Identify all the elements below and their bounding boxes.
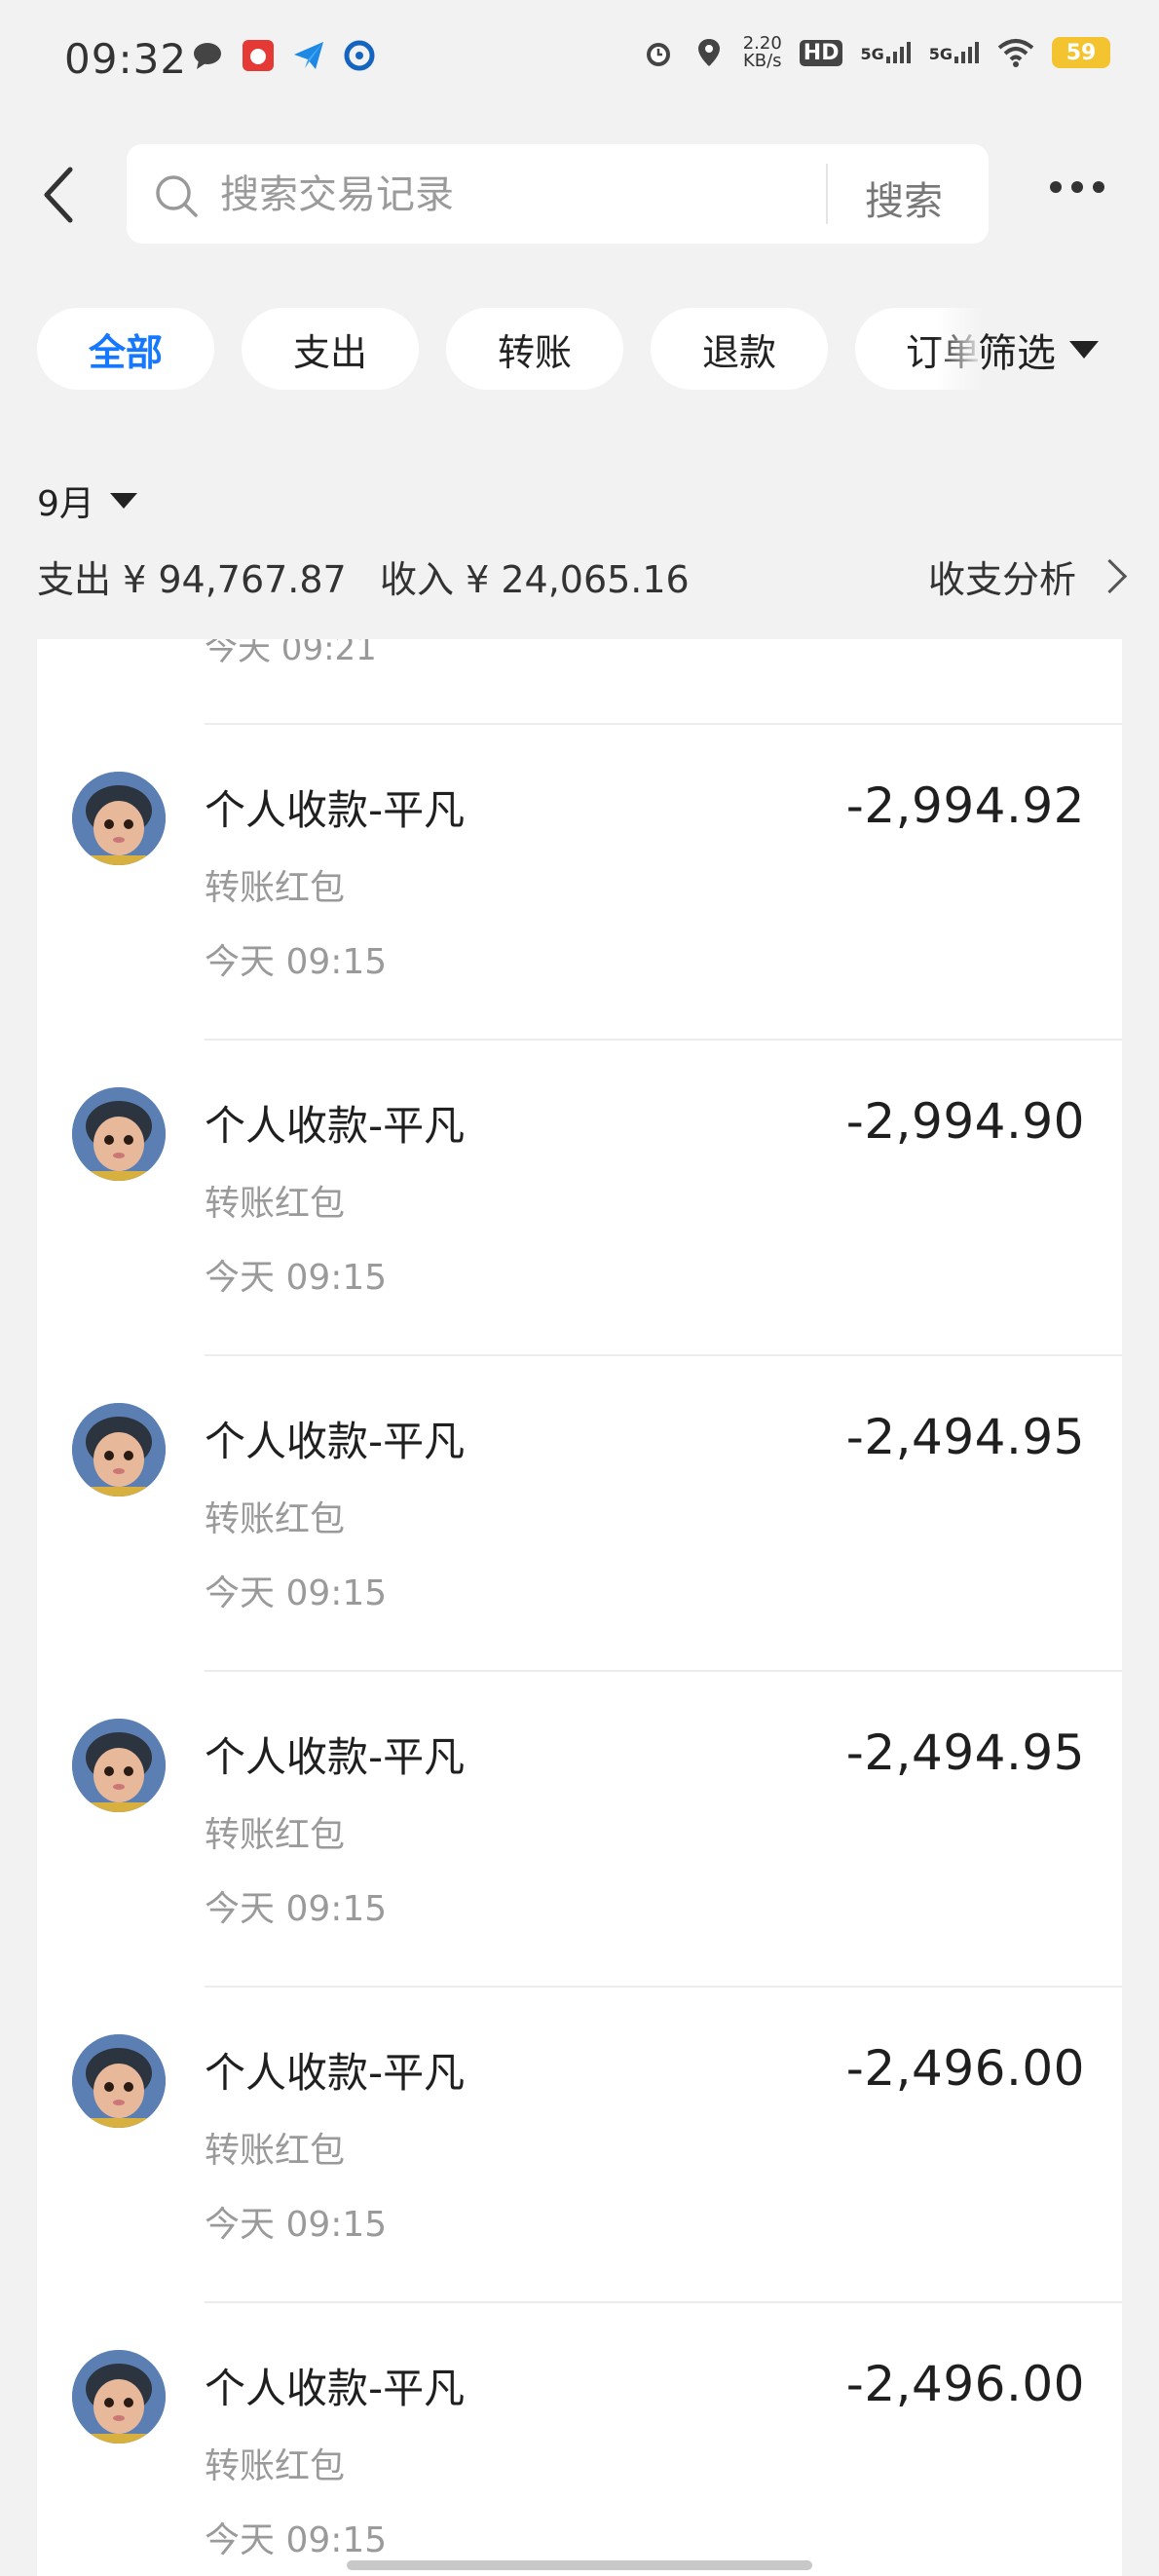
chip-transfer[interactable]: 转账 — [446, 308, 623, 390]
transaction-title: 个人收款-平凡 — [205, 1418, 466, 1465]
filter-chips: 全部 支出 转账 退款 订单 筛选 — [0, 304, 1159, 394]
search-divider — [826, 164, 828, 224]
transaction-row[interactable]: 个人收款-平凡 转账红包 今天 09:15 -2,494.95 — [37, 1672, 1122, 1988]
income-total: 收入 ¥ 24,065.16 — [380, 558, 690, 601]
transaction-amount: -2,496.00 — [845, 2040, 1085, 2097]
more-dot-icon — [1071, 181, 1083, 193]
paper-plane-icon — [294, 42, 323, 69]
transaction-title: 个人收款-平凡 — [205, 2049, 466, 2097]
month-label: 9月 — [37, 484, 94, 524]
transaction-amount: -2,994.92 — [845, 777, 1085, 834]
analysis-label: 收支分析 — [927, 558, 1076, 601]
network-speed: 2.20 KB/s — [743, 35, 782, 70]
chip-all[interactable]: 全部 — [37, 308, 214, 390]
transaction-amount: -2,494.95 — [845, 1724, 1085, 1781]
transaction-time: 今天 09:15 — [205, 942, 388, 982]
signal-sim1: 5G — [860, 42, 911, 63]
transaction-time: 今天 09:15 — [205, 1258, 388, 1298]
status-right: 2.20 KB/s HD 5G 5G 59 — [642, 35, 1110, 70]
shopping-app-icon — [243, 40, 274, 71]
transaction-row[interactable]: 个人收款-平凡 转账红包 今天 09:15 -2,494.95 — [37, 1356, 1122, 1672]
signal-sim2: 5G — [929, 42, 980, 63]
avatar-image — [72, 2034, 166, 2128]
status-time: 09:32 — [64, 35, 188, 83]
transaction-time: 今天 09:15 — [205, 1889, 388, 1929]
avatar-image — [72, 2350, 166, 2443]
battery-indicator: 59 — [1052, 37, 1110, 68]
transaction-row[interactable]: 个人收款-平凡 转账红包 今天 09:15 -2,994.90 — [37, 1041, 1122, 1356]
transaction-amount: -2,994.90 — [845, 1093, 1085, 1150]
transaction-amount: -2,494.95 — [845, 1409, 1085, 1465]
hd-badge: HD — [799, 39, 843, 66]
notification-icons — [191, 39, 376, 72]
avatar — [72, 772, 166, 865]
cloud-app-icon — [344, 40, 375, 71]
transaction-category: 转账红包 — [205, 1184, 346, 1224]
status-bar: 09:32 2.20 KB/s HD 5G 5G 59 — [0, 0, 1159, 117]
location-icon — [697, 39, 720, 66]
search-header: 搜索 — [0, 136, 1159, 253]
transaction-list: 今天 09:21 个人收款-平凡 转账红包 今天 09:15 -2,994.92 — [37, 639, 1122, 2576]
caret-down-icon — [1069, 341, 1099, 359]
transaction-category: 转账红包 — [205, 2131, 346, 2171]
transaction-title: 个人收款-平凡 — [205, 1102, 466, 1150]
more-dot-icon — [1093, 181, 1104, 193]
avatar-image — [72, 1719, 166, 1812]
chevron-right-icon — [1092, 558, 1128, 594]
transaction-category: 转账红包 — [205, 1499, 346, 1539]
avatar — [72, 1719, 166, 1812]
transaction-category: 转账红包 — [205, 1815, 346, 1855]
wifi-icon — [997, 39, 1034, 67]
transaction-category: 转账红包 — [205, 868, 346, 908]
transaction-time: 今天 09:15 — [205, 1573, 388, 1613]
avatar-image — [72, 772, 166, 865]
filter-button[interactable]: 筛选 — [978, 322, 1099, 378]
transaction-row[interactable]: 个人收款-平凡 转账红包 今天 09:15 -2,994.92 — [37, 725, 1122, 1041]
more-options-button[interactable] — [1050, 181, 1104, 193]
chat-bubble-icon — [194, 43, 221, 69]
transaction-title: 个人收款-平凡 — [205, 2365, 466, 2412]
transaction-title: 个人收款-平凡 — [205, 1733, 466, 1781]
signal-bars-icon — [954, 42, 979, 63]
search-button[interactable]: 搜索 — [865, 170, 943, 226]
avatar — [72, 1403, 166, 1496]
sim1-label: 5G — [860, 45, 884, 63]
transaction-time: 今天 09:15 — [205, 2520, 388, 2560]
network-speed-unit: KB/s — [742, 51, 782, 71]
transaction-title: 个人收款-平凡 — [205, 786, 466, 834]
transaction-time: 今天 09:15 — [205, 2205, 388, 2245]
avatar-image — [72, 1087, 166, 1181]
signal-bars-icon — [885, 42, 911, 63]
transaction-category: 转账红包 — [205, 2446, 346, 2486]
more-dot-icon — [1050, 181, 1062, 193]
chip-expense[interactable]: 支出 — [242, 308, 419, 390]
avatar-image — [72, 1403, 166, 1496]
avatar — [72, 1087, 166, 1181]
chip-refund[interactable]: 退款 — [651, 308, 828, 390]
partial-row-time: 今天 09:21 — [205, 639, 377, 668]
transaction-amount: -2,496.00 — [845, 2356, 1085, 2412]
transaction-row[interactable]: 个人收款-平凡 转账红包 今天 09:15 -2,496.00 — [37, 1988, 1122, 2303]
caret-down-icon — [109, 493, 137, 509]
analysis-link[interactable]: 收支分析 — [927, 549, 1128, 603]
search-icon — [156, 175, 198, 217]
sim2-label: 5G — [928, 45, 953, 63]
avatar — [72, 2350, 166, 2443]
avatar — [72, 2034, 166, 2128]
home-indicator[interactable] — [347, 2560, 812, 2570]
transaction-row[interactable]: 个人收款-平凡 转账红包 今天 09:15 -2,496.00 — [37, 2303, 1122, 2576]
filter-label: 筛选 — [978, 331, 1056, 376]
expense-total: 支出 ¥ 94,767.87 — [37, 558, 347, 601]
alarm-icon — [646, 43, 670, 66]
back-arrow-icon[interactable] — [37, 158, 95, 232]
search-box[interactable]: 搜索 — [127, 144, 989, 244]
month-selector[interactable]: 9月 — [37, 475, 137, 526]
search-input[interactable] — [218, 171, 923, 218]
